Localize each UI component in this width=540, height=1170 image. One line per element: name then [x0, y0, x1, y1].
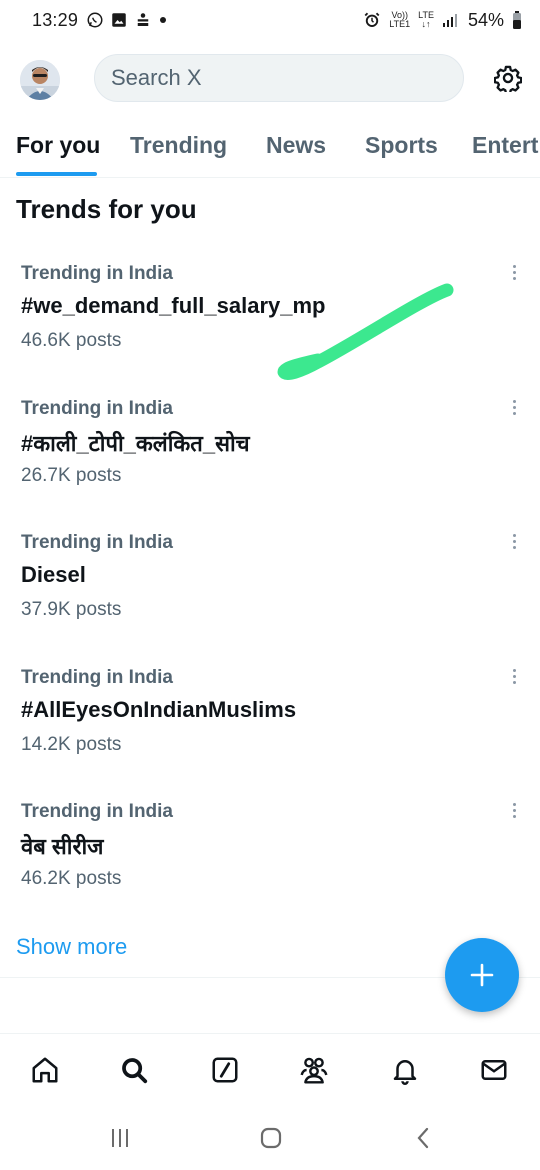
- system-home-button[interactable]: [258, 1124, 284, 1152]
- trend-context: Trending in India: [21, 801, 173, 822]
- communities-icon: [300, 1057, 328, 1084]
- lte-indicator: LTE ↓↑: [418, 11, 434, 29]
- tab-trending[interactable]: Trending: [130, 132, 227, 159]
- more-notifications-dot-icon: [160, 17, 167, 23]
- more-options-icon[interactable]: [504, 392, 524, 422]
- more-options-icon[interactable]: [504, 795, 524, 825]
- trend-name: #AllEyesOnIndianMuslims: [21, 697, 297, 722]
- app-notification-icon: [137, 13, 149, 26]
- tab-for-you[interactable]: For you: [16, 132, 100, 159]
- trend-post-count: 14.2K posts: [21, 734, 122, 755]
- gallery-icon: [112, 13, 126, 27]
- more-options-icon[interactable]: [504, 257, 524, 287]
- notifications-icon: [393, 1060, 417, 1085]
- nav-communities[interactable]: [298, 1054, 330, 1086]
- home-circle-icon: [260, 1127, 282, 1149]
- search-placeholder: Search X: [111, 65, 202, 90]
- back-icon: [417, 1127, 429, 1149]
- trend-context: Trending in India: [21, 263, 173, 284]
- nav-messages[interactable]: [478, 1054, 510, 1086]
- avatar-image-icon: [20, 60, 60, 100]
- status-time: 13:29: [32, 9, 79, 30]
- trend-item[interactable]: Trending in India Diesel 37.9K posts: [0, 532, 540, 666]
- show-more-link[interactable]: Show more: [16, 934, 127, 960]
- gear-icon: [494, 65, 522, 92]
- grok-icon: [212, 1057, 238, 1083]
- app-header: Search X: [0, 52, 540, 108]
- nav-explore[interactable]: [118, 1054, 150, 1086]
- recents-icon: [112, 1129, 128, 1147]
- active-tab-indicator: [16, 172, 97, 176]
- trend-name: #काली_टोपी_कलंकित_सोच: [21, 431, 250, 456]
- profile-avatar[interactable]: [20, 60, 60, 100]
- trend-context: Trending in India: [21, 398, 173, 419]
- tab-news[interactable]: News: [266, 132, 326, 159]
- volte-bottom: LTE1: [389, 19, 411, 29]
- plus-icon: [470, 963, 494, 987]
- trends-heading: Trends for you: [16, 194, 197, 224]
- nav-home[interactable]: [29, 1054, 61, 1086]
- messages-icon: [481, 1060, 507, 1080]
- tab-entertainment[interactable]: Entert: [472, 132, 538, 159]
- trend-context: Trending in India: [21, 667, 173, 688]
- battery-percentage: 54%: [467, 9, 504, 30]
- compose-post-button[interactable]: [445, 938, 519, 1012]
- recents-button[interactable]: [108, 1124, 132, 1152]
- system-navigation-bar: [0, 1106, 540, 1170]
- signal-icon: [442, 14, 457, 27]
- search-icon: [122, 1058, 148, 1084]
- bottom-nav: [0, 1034, 540, 1106]
- search-input[interactable]: Search X: [94, 54, 464, 102]
- more-options-icon[interactable]: [504, 526, 524, 556]
- whatsapp-icon: [87, 12, 103, 28]
- status-right: Vo)) LTE1 LTE ↓↑ 54%: [363, 10, 522, 31]
- system-back-button[interactable]: [412, 1124, 434, 1152]
- status-notification-icons: [86, 11, 168, 29]
- lte-bottom: ↓↑: [421, 19, 431, 29]
- tab-sports[interactable]: Sports: [365, 132, 438, 159]
- battery-icon: [513, 11, 521, 29]
- trend-name: वेब सीरीज: [21, 834, 104, 859]
- settings-button[interactable]: [492, 62, 524, 94]
- alarm-icon: [364, 12, 380, 27]
- status-left: 13:29: [32, 10, 168, 31]
- status-bar: 13:29 Vo)) LTE1 LTE ↓↑ 54%: [0, 0, 540, 40]
- trend-post-count: 37.9K posts: [21, 599, 122, 620]
- nav-notifications[interactable]: [389, 1054, 421, 1086]
- nav-grok[interactable]: [209, 1054, 241, 1086]
- more-options-icon[interactable]: [504, 661, 524, 691]
- trend-item[interactable]: Trending in India वेब सीरीज 46.2K posts: [0, 801, 540, 935]
- trend-item[interactable]: Trending in India #we_demand_full_salary…: [0, 263, 540, 397]
- trend-name: Diesel: [21, 562, 86, 587]
- trend-item[interactable]: Trending in India #काली_टोपी_कलंकित_सोच …: [0, 398, 540, 532]
- trend-post-count: 26.7K posts: [21, 465, 122, 486]
- home-icon: [32, 1057, 58, 1083]
- trend-item[interactable]: Trending in India #AllEyesOnIndianMuslim…: [0, 667, 540, 801]
- trend-post-count: 46.2K posts: [21, 868, 122, 889]
- explore-tabs: For you Trending News Sports Entert: [0, 116, 540, 178]
- trend-context: Trending in India: [21, 532, 173, 553]
- trend-post-count: 46.6K posts: [21, 330, 122, 351]
- trend-name: #we_demand_full_salary_mp: [21, 293, 326, 318]
- volte-indicator: Vo)) LTE1: [389, 11, 410, 29]
